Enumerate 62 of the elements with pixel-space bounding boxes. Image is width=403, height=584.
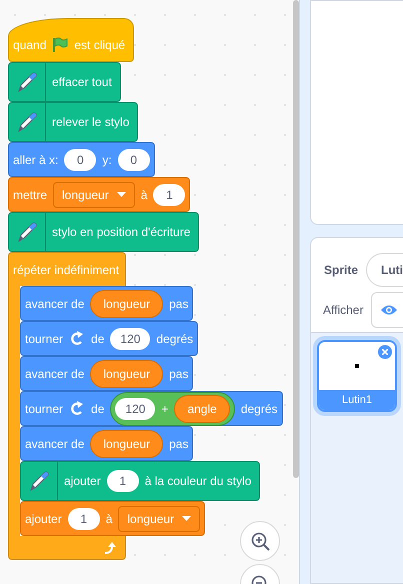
pen-icon (15, 70, 39, 94)
motion-block[interactable]: aller à x: 0 y: 0 (8, 142, 155, 177)
turn-icon (69, 330, 86, 346)
number-input[interactable]: 0 (118, 148, 150, 170)
block-label: avancer de (25, 366, 84, 382)
number-input[interactable]: 1 (106, 470, 139, 492)
block-label: degrés (240, 400, 278, 418)
block-label: pas (169, 296, 188, 312)
number-input[interactable]: 1 (153, 184, 186, 206)
block-label: tourner (25, 330, 64, 348)
block-label: stylo en position d'écriture (52, 224, 190, 241)
show-label: Afficher (322, 302, 364, 319)
block-label: + (161, 400, 168, 418)
sprite-thumbnail (354, 364, 359, 368)
number-input[interactable]: 0 (64, 148, 96, 170)
block-label: répéter indéfiniment (13, 262, 120, 278)
turn-icon (69, 400, 86, 416)
pen-icon (15, 110, 39, 134)
motion-block[interactable]: tourner de 120 + angle degrés (20, 391, 283, 426)
block-label: à (140, 186, 148, 204)
block-label: tourner (25, 400, 64, 418)
show-toggle[interactable] (371, 292, 403, 328)
block-label: de (91, 330, 104, 348)
block-label: y: (102, 152, 112, 168)
block-label: effacer tout (52, 74, 112, 91)
motion-block[interactable]: tourner de 120 degrés (20, 321, 198, 356)
sprite-name: Lutin1 (318, 390, 395, 410)
variable-block[interactable]: ajouter 1 à longueur (20, 501, 206, 536)
block-label: relever le stylo (52, 114, 130, 131)
eye-icon (380, 304, 398, 316)
sprite-label: Sprite (324, 262, 358, 279)
block-label: pas (169, 366, 188, 382)
close-icon (382, 349, 388, 355)
variable-block[interactable]: mettre longueur à 1 (8, 177, 190, 212)
block-label: à la couleur du stylo (144, 473, 252, 490)
pen-block[interactable]: ajouter 1 à la couleur du stylo (20, 461, 260, 501)
pen-icon (27, 469, 51, 493)
block-label: de (91, 400, 104, 418)
scrollbar[interactable] (293, 0, 299, 478)
number-input[interactable]: 120 (115, 398, 156, 420)
block-label: est cliqué (74, 37, 126, 54)
block-label: ajouter (64, 473, 101, 490)
zoom-in-icon (249, 530, 271, 552)
number-input[interactable]: 1 (68, 508, 100, 530)
block-label: degrés (156, 330, 194, 348)
loop-arrow-icon (103, 540, 117, 554)
sprite-name-field[interactable]: Luti (366, 253, 403, 287)
number-input[interactable]: 120 (110, 328, 150, 350)
operator-reporter[interactable]: 120 + angle (110, 392, 235, 426)
block-label: à (106, 510, 112, 528)
block-label: ajouter (25, 510, 62, 528)
pen-icon (15, 220, 39, 244)
block-label: pas (169, 436, 188, 452)
caret-icon (182, 516, 192, 521)
caret-icon (116, 192, 126, 197)
flag-icon (52, 37, 68, 53)
block-label: avancer de (25, 296, 84, 312)
zoom-in-button[interactable] (240, 521, 280, 561)
block-label: mettre (13, 186, 48, 204)
block-label: aller à x: (13, 152, 58, 168)
block-label: quand (13, 37, 46, 54)
block-label: avancer de (25, 436, 84, 452)
